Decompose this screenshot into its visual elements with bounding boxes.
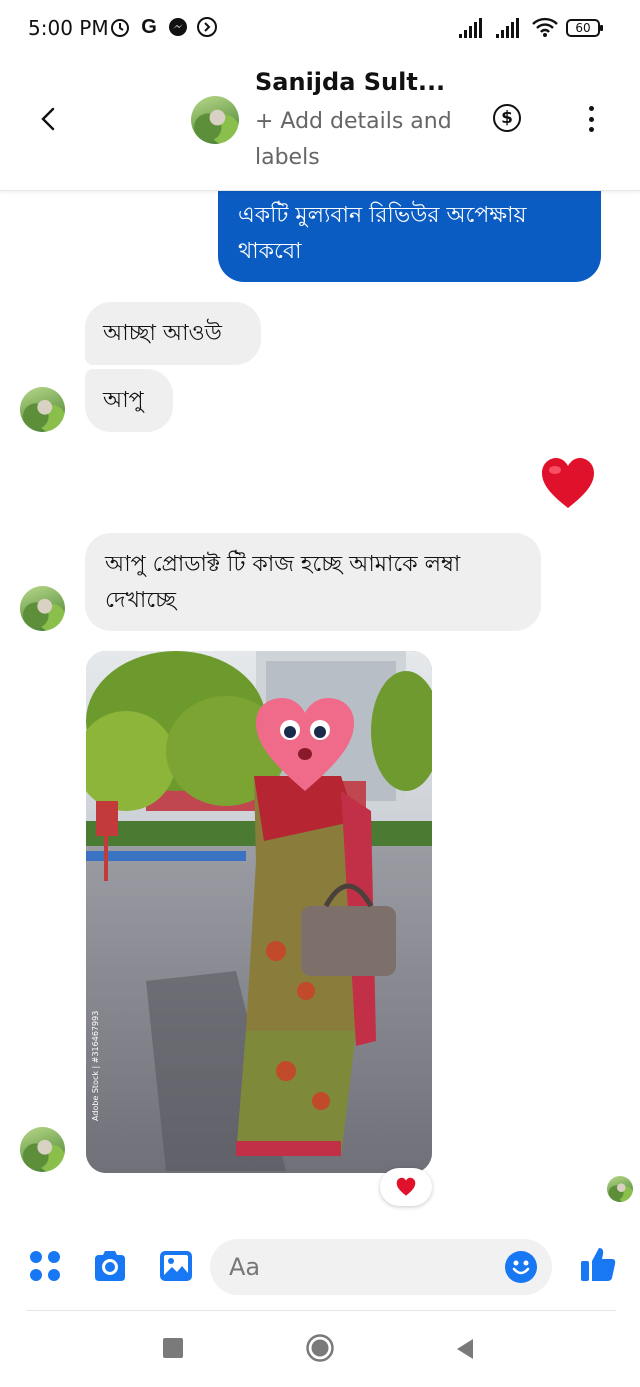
- apps-grid-icon[interactable]: [27, 1248, 63, 1284]
- svg-text:Adobe Stock | #316467993: Adobe Stock | #316467993: [91, 1011, 100, 1121]
- status-time: 5:00 PM: [28, 16, 109, 40]
- dollar-icon[interactable]: $: [493, 104, 521, 132]
- received-photo[interactable]: Adobe Stock | #316467993: [86, 651, 432, 1173]
- sender-avatar[interactable]: [20, 586, 65, 631]
- google-g-icon: G: [141, 15, 157, 38]
- composer: Aa: [0, 1225, 640, 1311]
- gallery-icon[interactable]: [158, 1248, 194, 1284]
- sender-avatar[interactable]: [20, 1127, 65, 1172]
- system-nav-bar: [0, 1311, 640, 1387]
- alarm-icon: [109, 16, 131, 38]
- back-triangle-icon[interactable]: [455, 1338, 475, 1360]
- add-details-link[interactable]: + Add details and labels: [255, 104, 455, 176]
- emoji-icon[interactable]: [505, 1251, 537, 1283]
- home-circle-icon[interactable]: [306, 1334, 334, 1362]
- signal-icon: [496, 18, 519, 38]
- recents-square-icon[interactable]: [163, 1338, 183, 1358]
- message-placeholder: Aa: [229, 1253, 261, 1281]
- received-message[interactable]: আপু: [85, 369, 173, 432]
- camera-icon[interactable]: [92, 1248, 128, 1284]
- data-saver-icon: [196, 16, 218, 38]
- message-input[interactable]: Aa: [210, 1239, 552, 1295]
- sender-avatar[interactable]: [20, 387, 65, 432]
- battery-icon: 60: [566, 19, 603, 37]
- image-heart-reaction[interactable]: [380, 1168, 432, 1206]
- contact-avatar[interactable]: [191, 96, 239, 144]
- conversation-header: Sanijda Sult... + Add details and labels…: [0, 58, 640, 191]
- status-bar: 5:00 PM G 60: [0, 0, 640, 58]
- seen-receipt-avatar: [607, 1176, 633, 1202]
- received-message[interactable]: আপু প্রোডাক্ট টি কাজ হচ্ছে আমাকে লম্বা দ…: [85, 533, 541, 631]
- thumbs-up-icon[interactable]: [580, 1245, 616, 1281]
- wifi-icon: [531, 16, 559, 38]
- contact-name[interactable]: Sanijda Sult...: [255, 68, 445, 96]
- heart-emoji[interactable]: [540, 456, 596, 512]
- received-message[interactable]: আচ্ছা আওউ: [85, 302, 261, 365]
- messenger-icon: [167, 16, 189, 38]
- back-arrow-icon[interactable]: [34, 104, 64, 134]
- more-options-icon[interactable]: [586, 106, 596, 132]
- signal-icon: [459, 18, 482, 38]
